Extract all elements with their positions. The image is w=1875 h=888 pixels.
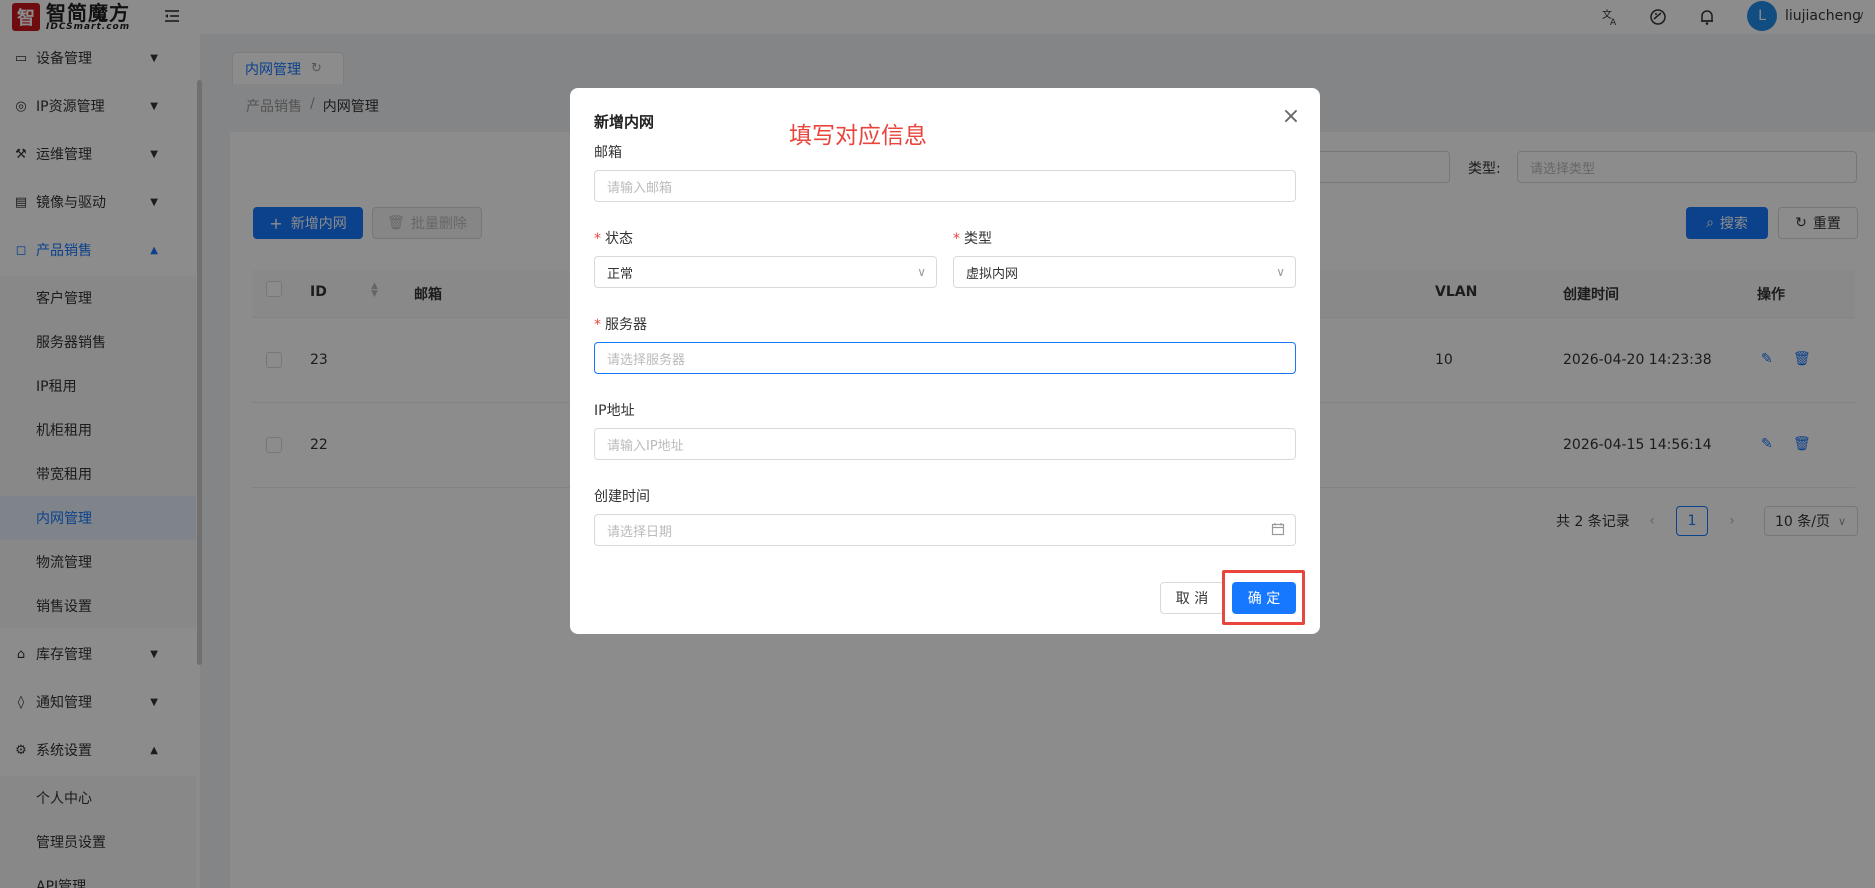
highlight-box (1222, 570, 1305, 625)
type-value: 虚拟内网 (966, 266, 1019, 282)
status-select[interactable]: 正常 ∨ (594, 256, 937, 288)
status-label: * 状态 (594, 228, 633, 248)
server-label-text: 服务器 (605, 317, 647, 333)
cancel-button[interactable]: 取 消 (1160, 582, 1224, 614)
status-label-text: 状态 (605, 231, 633, 247)
ip-address-field[interactable]: 请输入IP地址 (594, 428, 1296, 460)
type-select[interactable]: 虚拟内网 ∨ (953, 256, 1296, 288)
server-select[interactable]: 请选择服务器 (594, 342, 1296, 374)
ip-label: IP地址 (594, 403, 635, 419)
status-value: 正常 (607, 266, 634, 282)
chevron-down-icon: ∨ (917, 265, 926, 279)
required-mark: * (594, 231, 601, 247)
type-label: * 类型 (953, 228, 992, 248)
email-label: 邮箱 (594, 145, 622, 161)
calendar-icon (1271, 522, 1285, 539)
modal-title: 新增内网 (594, 113, 655, 131)
required-mark: * (953, 231, 960, 247)
server-label: * 服务器 (594, 314, 647, 334)
email-field[interactable]: 请输入邮箱 (594, 170, 1296, 202)
type-label-text: 类型 (964, 231, 992, 247)
annotation-text: 填写对应信息 (789, 123, 927, 149)
chevron-down-icon: ∨ (1276, 265, 1285, 279)
created-time-label: 创建时间 (594, 489, 650, 505)
date-placeholder: 请选择日期 (607, 524, 673, 540)
close-icon[interactable]: × (1279, 104, 1303, 129)
required-mark: * (594, 317, 601, 333)
date-picker[interactable]: 请选择日期 (594, 514, 1296, 546)
